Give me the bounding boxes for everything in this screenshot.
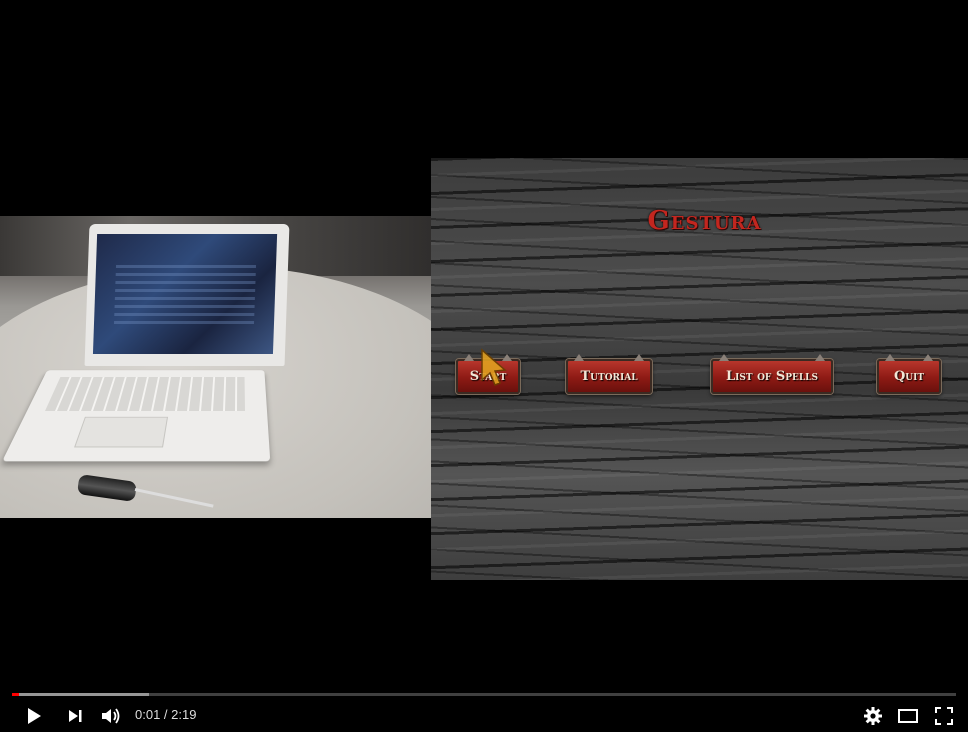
theater-mode-button[interactable] <box>894 702 922 730</box>
progress-bar[interactable] <box>12 693 956 696</box>
list-of-spells-button[interactable]: List of Spells <box>711 354 833 394</box>
volume-icon <box>102 708 120 724</box>
video-frame[interactable]: Gestura Start Tutorial List of Spells Qu… <box>0 0 968 690</box>
quit-button[interactable]: Quit <box>877 354 941 394</box>
keyboard-keys <box>45 377 245 411</box>
camera-feed <box>0 216 437 518</box>
game-screen: Gestura Start Tutorial List of Spells Qu… <box>431 158 968 580</box>
time-separator: / <box>160 707 172 722</box>
laptop-screen <box>92 234 278 354</box>
buffered-bar <box>12 693 149 696</box>
volume-button[interactable] <box>97 702 125 730</box>
hand-cursor-icon <box>481 348 507 386</box>
tutorial-button[interactable]: Tutorial <box>566 354 652 394</box>
duration: 2:19 <box>171 707 197 722</box>
play-icon <box>28 708 41 724</box>
settings-button[interactable] <box>859 702 887 730</box>
laptop-keyboard <box>2 370 271 462</box>
fullscreen-icon <box>935 707 953 725</box>
game-title: Gestura <box>647 206 762 236</box>
gear-icon <box>864 707 882 725</box>
video-player[interactable]: Gestura Start Tutorial List of Spells Qu… <box>0 0 968 732</box>
fullscreen-button[interactable] <box>930 702 958 730</box>
played-bar <box>12 693 19 696</box>
next-button[interactable] <box>61 702 89 730</box>
trackpad <box>74 416 169 448</box>
time-display: 0:01 / 2:19 <box>135 707 196 722</box>
control-bar: 0:01 / 2:19 <box>0 700 968 732</box>
laptop <box>84 224 290 366</box>
next-icon <box>69 710 82 722</box>
current-time: 0:01 <box>135 707 161 722</box>
play-button[interactable] <box>20 702 48 730</box>
theater-mode-icon <box>898 709 918 723</box>
